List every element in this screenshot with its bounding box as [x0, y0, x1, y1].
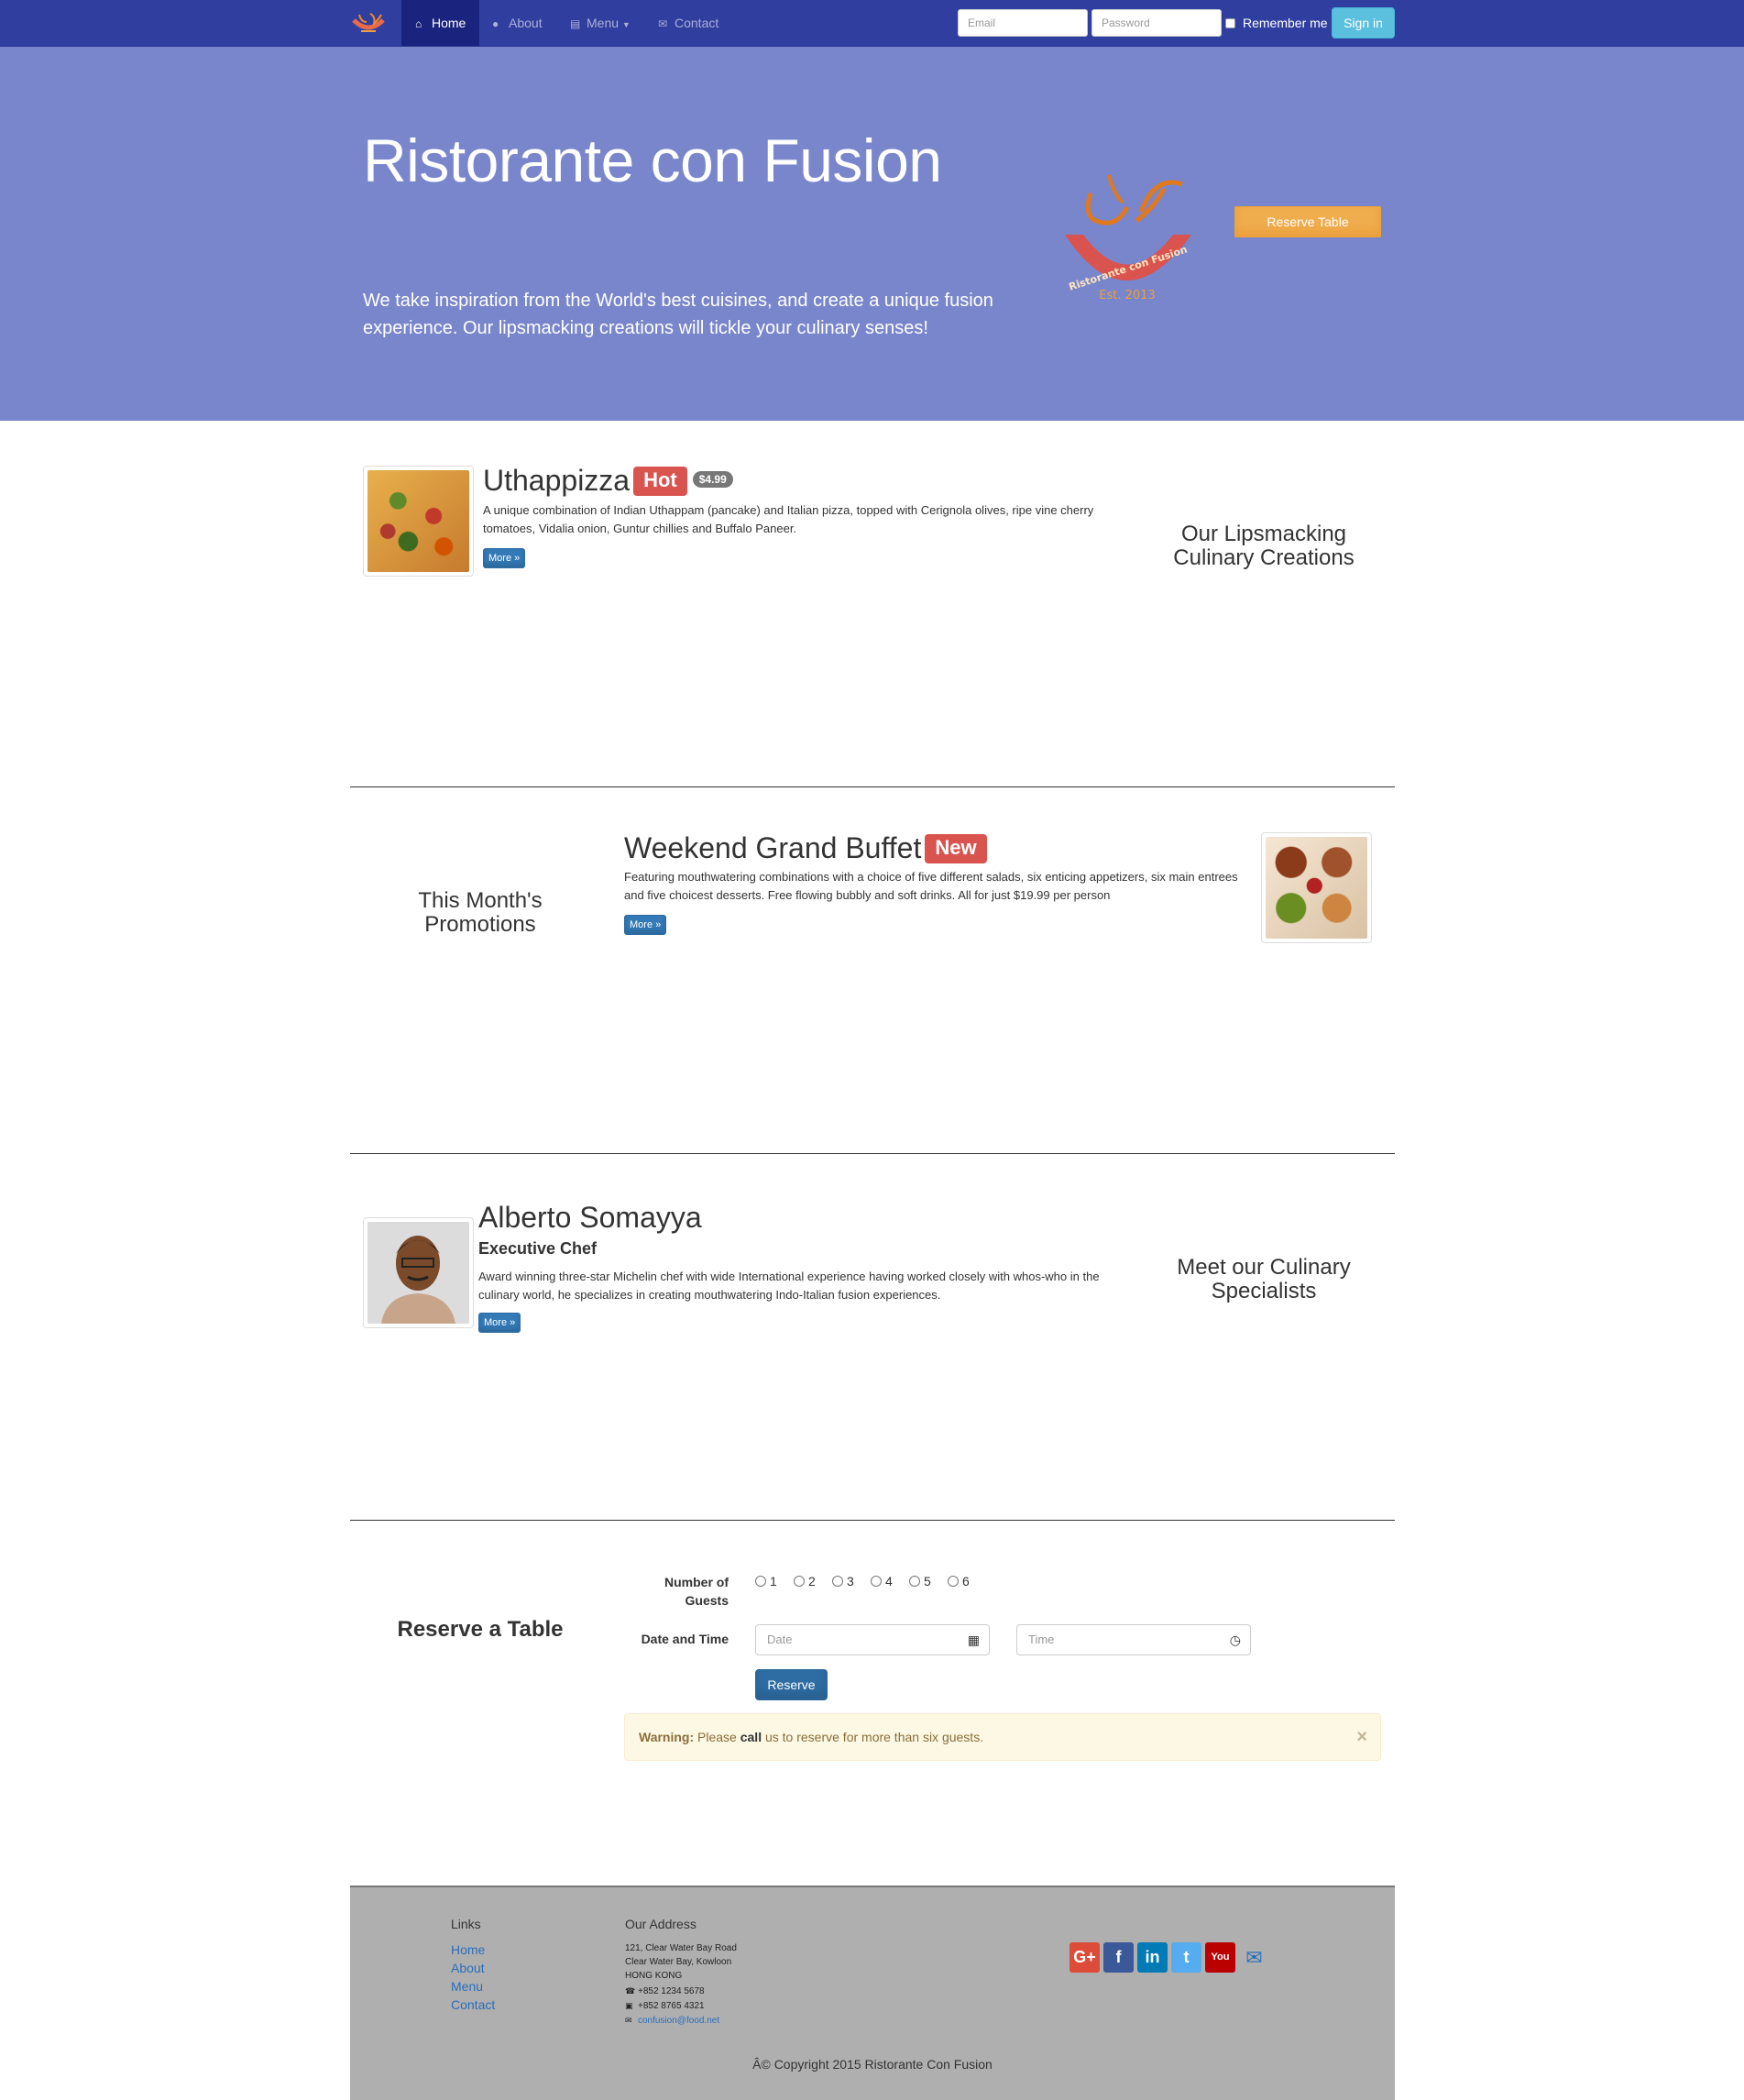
reserve-table-button[interactable]: Reserve Table [1234, 206, 1381, 237]
reserve-heading: Reserve a Table [397, 1617, 564, 1642]
reserve-submit-button[interactable]: Reserve [755, 1669, 828, 1700]
chef-photo [363, 1217, 474, 1328]
info-sign-icon: ● [492, 17, 499, 30]
promotion-more-button[interactable]: More » [624, 915, 667, 935]
facebook-icon[interactable]: f [1103, 1942, 1134, 1973]
chef-description: Award winning three-star Michelin chef w… [478, 1270, 1100, 1302]
dish-side-heading: Our Lipsmacking Culinary Creations [1173, 522, 1355, 570]
nav-about[interactable]: ● About [478, 0, 556, 46]
promotion-side-heading: This Month's Promotions [418, 888, 543, 937]
new-badge: New [925, 834, 987, 863]
nav-home[interactable]: ⌂ Home [401, 0, 480, 46]
address-heading: Our Address [625, 1917, 697, 1931]
password-input[interactable]: Password [1091, 9, 1222, 37]
email-link[interactable]: confusion@food.net [638, 2016, 719, 2026]
brand-logo[interactable] [348, 9, 389, 38]
address-line: Clear Water Bay, Kowloon [625, 1957, 732, 1967]
restaurant-logo: Est. 2013 Ristorante con Fusion [1054, 157, 1210, 317]
dish-description: A unique combination of Indian Uthappam … [483, 503, 1094, 535]
guest-option-1[interactable]: 1 [755, 1574, 777, 1589]
footer-link-menu[interactable]: Menu [451, 1979, 483, 1994]
site-title: Ristorante con Fusion [363, 126, 942, 194]
chef-name: Alberto Somayya [478, 1201, 702, 1234]
footer-link-home[interactable]: Home [451, 1942, 485, 1957]
links-heading: Links [451, 1917, 481, 1931]
footer-link-contact[interactable]: Contact [451, 1997, 495, 2012]
radio-button[interactable] [832, 1576, 843, 1587]
phone-icon: ☎ [625, 1986, 636, 1996]
nav-contact[interactable]: ✉ Contact [644, 0, 732, 46]
guest-option-2[interactable]: 2 [794, 1574, 816, 1589]
signin-button[interactable]: Sign in [1332, 7, 1395, 38]
caret-down-icon: ▼ [621, 20, 631, 29]
radio-button[interactable] [794, 1576, 805, 1587]
date-input[interactable]: Date ▦ [755, 1624, 990, 1655]
twitter-icon[interactable]: t [1171, 1942, 1201, 1973]
dish-title: Uthappizza Hot $4.99 [483, 464, 733, 498]
list-alt-icon: ▤ [570, 17, 581, 30]
time-input[interactable]: Time ◷ [1016, 1624, 1251, 1655]
chef-role: Executive Chef [478, 1239, 598, 1258]
chef-more-button[interactable]: More » [478, 1313, 521, 1333]
address-line: HONG KONG [625, 1971, 683, 1981]
close-icon[interactable]: × [1356, 1714, 1367, 1760]
mail-icon[interactable]: ✉ [1239, 1942, 1269, 1973]
home-icon: ⌂ [415, 17, 422, 30]
envelope-icon: ✉ [625, 2016, 632, 2025]
chef-side-heading: Meet our Culinary Specialists [1177, 1255, 1351, 1303]
site-description: We take inspiration from the World's bes… [363, 291, 993, 338]
section-divider [350, 1520, 1395, 1521]
remember-me-label: Remember me [1243, 16, 1328, 30]
warning-alert: Warning: Please call us to reserve for m… [624, 1713, 1381, 1761]
copyright: Â© Copyright 2015 Ristorante Con Fusion [752, 2057, 993, 2072]
envelope-icon: ✉ [658, 17, 668, 30]
buffet-image [1261, 832, 1372, 943]
uthappizza-image [363, 466, 474, 577]
promotion-title: Weekend Grand Buffet New [624, 831, 987, 865]
clock-icon: ◷ [1229, 1633, 1241, 1647]
footer: Links Home About Menu Contact Our Addres… [350, 1886, 1395, 2100]
remember-me-checkbox[interactable] [1225, 18, 1235, 28]
guest-option-6[interactable]: 6 [948, 1574, 970, 1589]
email-input[interactable]: Email [958, 9, 1088, 37]
navbar: ⌂ Home ● About ▤ Menu ▼ ✉ Contact Email Pass… [0, 0, 1744, 47]
fax-line: ▣ +852 8765 4321 [625, 2001, 705, 2011]
datetime-label: Date and Time [641, 1632, 729, 1646]
radio-button[interactable] [755, 1576, 766, 1587]
calendar-icon: ▦ [967, 1633, 980, 1647]
guest-option-3[interactable]: 3 [832, 1574, 854, 1589]
google-plus-icon[interactable]: G+ [1069, 1942, 1100, 1973]
price-badge: $4.99 [692, 471, 733, 488]
guest-option-5[interactable]: 5 [909, 1574, 931, 1589]
radio-button[interactable] [948, 1576, 959, 1587]
phone-line: ☎ +852 1234 5678 [625, 1986, 705, 1996]
nav-menu-dropdown[interactable]: ▤ Menu ▼ [556, 0, 644, 46]
jumbotron: Ristorante con Fusion We take inspiratio… [0, 47, 1744, 421]
radio-button[interactable] [909, 1576, 920, 1587]
radio-button[interactable] [871, 1576, 882, 1587]
logo-est-text: Est. 2013 [1099, 289, 1155, 302]
guests-label: Number of Guests [664, 1575, 729, 1608]
section-divider [350, 786, 1395, 787]
youtube-icon[interactable]: You [1205, 1942, 1235, 1973]
fax-icon: ▣ [625, 2001, 633, 2010]
linkedin-icon[interactable]: in [1137, 1942, 1168, 1973]
section-divider [350, 1153, 1395, 1154]
hot-badge: Hot [633, 467, 687, 496]
dish-more-button[interactable]: More » [483, 548, 526, 568]
footer-link-about[interactable]: About [451, 1961, 485, 1975]
promotion-description: Featuring mouthwatering combinations wit… [624, 870, 1238, 902]
guest-option-4[interactable]: 4 [871, 1574, 893, 1589]
email-line: ✉ confusion@food.net [625, 2014, 719, 2028]
address-line: 121, Clear Water Bay Road [625, 1943, 737, 1953]
